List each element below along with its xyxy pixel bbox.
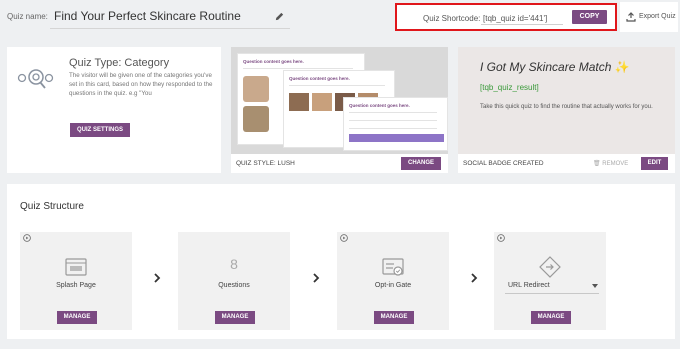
step-questions: 8 Questions MANAGE <box>178 232 290 330</box>
redirect-underline <box>505 293 599 294</box>
preview-line <box>349 128 437 129</box>
optin-gate-icon <box>382 258 404 276</box>
quiz-type-title: Quiz Type: Category <box>69 57 170 69</box>
shortcode-value[interactable]: [tqb_quiz id='441'] <box>483 14 547 23</box>
social-badge-title: I Got My Skincare Match ✨ <box>480 60 630 74</box>
quiz-structure-title: Quiz Structure <box>20 201 84 212</box>
splash-page-icon <box>65 258 87 276</box>
manage-results-button[interactable]: MANAGE <box>531 311 571 324</box>
social-badge-footer: SOCIAL BADGE CREATED 🗑 REMOVE EDIT <box>458 154 675 173</box>
play-icon[interactable] <box>340 234 348 242</box>
chevron-right-icon <box>154 273 161 283</box>
shortcode-underline <box>481 24 563 25</box>
export-quiz-button[interactable]: Export Quiz <box>620 2 678 32</box>
redirect-type-value: URL Redirect <box>508 282 550 289</box>
style-preview-title: Question content goes here. <box>243 59 304 64</box>
manage-optin-button[interactable]: MANAGE <box>374 311 414 324</box>
remove-badge-button[interactable]: 🗑 REMOVE <box>593 160 628 167</box>
quiz-type-card: Quiz Type: Category The visitor will be … <box>7 47 221 173</box>
quiz-style-footer: QUIZ STYLE: LUSH CHANGE <box>231 154 448 173</box>
questions-count: 8 <box>230 256 238 272</box>
step-results: URL Redirect MANAGE <box>494 232 606 330</box>
preview-image <box>312 93 332 111</box>
sparkle-icon: ✨ <box>614 60 630 74</box>
change-style-button[interactable]: CHANGE <box>401 157 441 170</box>
shortcode-label: Quiz Shortcode: <box>423 14 481 23</box>
preview-line <box>349 120 437 121</box>
copy-button[interactable]: COPY <box>572 10 607 24</box>
play-icon[interactable] <box>23 234 31 242</box>
preview-image <box>243 106 269 132</box>
social-badge-title-text: I Got My Skincare Match <box>480 60 612 74</box>
redirect-type-select[interactable]: URL Redirect <box>494 282 606 294</box>
chevron-right-icon <box>471 273 478 283</box>
step-splash-page: Splash Page MANAGE <box>20 232 132 330</box>
edit-badge-button[interactable]: EDIT <box>641 157 668 170</box>
export-quiz-label: Export Quiz <box>639 13 676 20</box>
preview-line <box>289 85 385 86</box>
top-bar: Quiz name: Find Your Perfect Skincare Ro… <box>0 0 680 36</box>
remove-badge-label: REMOVE <box>602 161 629 167</box>
preview-answer-bar <box>349 134 444 142</box>
preview-line <box>349 112 437 113</box>
style-preview-title: Question content goes here. <box>289 76 350 81</box>
quiz-style-card: Question content goes here. Question con… <box>231 47 448 173</box>
step-label: Splash Page <box>56 282 96 289</box>
manage-questions-button[interactable]: MANAGE <box>215 311 255 324</box>
manage-splash-button[interactable]: MANAGE <box>57 311 97 324</box>
export-icon <box>626 12 636 22</box>
quiz-name-underline <box>50 28 290 29</box>
social-badge-variable: [tqb_quiz_result] <box>480 83 539 92</box>
social-badge-card: I Got My Skincare Match ✨ [tqb_quiz_resu… <box>458 47 675 173</box>
social-badge-status: SOCIAL BADGE CREATED <box>463 160 544 167</box>
settings-target-icon <box>17 69 54 89</box>
chevron-right-icon <box>313 273 320 283</box>
pencil-icon[interactable] <box>274 11 285 22</box>
style-preview-title: Question content goes here. <box>349 103 410 108</box>
style-preview-front: Question content goes here. <box>343 97 448 151</box>
quiz-style-label: QUIZ STYLE: LUSH <box>236 160 295 167</box>
preview-line <box>243 68 353 69</box>
caret-down-icon <box>592 284 598 288</box>
preview-image <box>289 93 309 111</box>
quiz-name-label: Quiz name: <box>7 12 48 21</box>
quiz-type-description: The visitor will be given one of the cat… <box>69 72 213 97</box>
quiz-settings-button[interactable]: QUIZ SETTINGS <box>70 123 130 137</box>
quiz-structure-panel: Quiz Structure Splash Page MANAGE 8 Ques… <box>7 184 675 339</box>
social-badge-text: Take this quick quiz to find the routine… <box>480 104 653 110</box>
quiz-name-field[interactable]: Find Your Perfect Skincare Routine <box>54 9 241 23</box>
step-optin-gate: Opt-in Gate MANAGE <box>337 232 449 330</box>
preview-image <box>243 76 269 102</box>
step-label: Opt-in Gate <box>374 282 412 289</box>
trash-icon: 🗑 <box>593 161 601 167</box>
play-icon[interactable] <box>497 234 505 242</box>
shortcode-box: Quiz Shortcode: [tqb_quiz id='441'] COPY <box>395 3 617 31</box>
redirect-icon <box>539 256 561 278</box>
step-label: Questions <box>218 282 250 289</box>
